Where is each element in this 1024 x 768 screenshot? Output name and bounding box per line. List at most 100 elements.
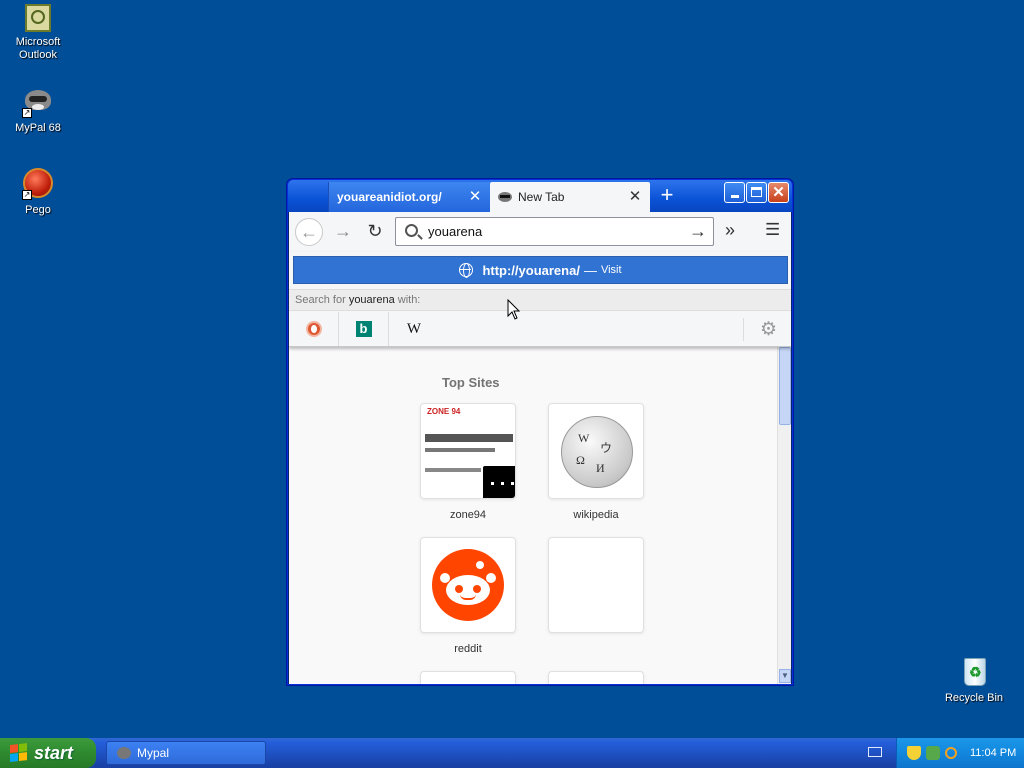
reload-button[interactable]: ↻ <box>361 218 389 246</box>
site-name: reddit <box>454 643 482 655</box>
new-tab-button[interactable]: + <box>656 184 678 207</box>
glyph: W <box>578 431 590 445</box>
tab-title: New Tab <box>518 190 565 204</box>
reload-icon: ↻ <box>367 221 383 241</box>
thumbnail-shape <box>425 468 485 472</box>
favicon-dot <box>501 482 504 485</box>
raccoon-icon <box>498 191 512 203</box>
forward-button[interactable]: → <box>329 218 357 246</box>
security-shield-icon[interactable] <box>907 746 921 760</box>
suggestion-action: Visit <box>600 264 622 276</box>
url-dropdown: http://youarena/ — Visit Search for youa… <box>289 252 791 347</box>
bing-icon: b <box>355 321 372 337</box>
double-chevron-icon: » <box>725 220 736 240</box>
thumbnail-shape <box>425 448 495 452</box>
gear-icon: ⚙ <box>759 319 777 340</box>
reddit-eye <box>473 585 481 593</box>
outlook-icon <box>25 4 51 32</box>
url-input[interactable] <box>428 222 678 241</box>
go-arrow-icon[interactable]: → <box>689 221 707 242</box>
start-button[interactable]: start <box>0 738 96 768</box>
site-thumbnail <box>548 671 644 684</box>
task-label: Mypal <box>137 746 170 760</box>
close-icon: ✕ <box>772 184 785 201</box>
network-icon[interactable] <box>926 746 940 760</box>
thumbnail-shape <box>425 434 513 442</box>
search-for-prefix: Search for <box>295 294 346 306</box>
glyph: ウ <box>600 441 613 455</box>
scroll-down-arrow-icon[interactable]: ▼ <box>779 669 791 683</box>
reddit-eye <box>455 585 463 593</box>
hamburger-icon: ☰ <box>765 220 781 239</box>
search-icon <box>405 224 418 237</box>
close-tab-icon[interactable]: ✕ <box>628 189 642 204</box>
top-site-wikipedia[interactable]: W ウ Ω И wikipedia <box>548 403 644 521</box>
top-site-empty[interactable] <box>548 537 644 633</box>
shortcut-arrow-icon: ↗ <box>22 190 32 200</box>
flag-pane <box>19 743 27 752</box>
system-tray: 11:04 PM <box>896 738 1024 768</box>
close-tab-icon[interactable]: ✕ <box>468 189 482 204</box>
site-thumbnail: W ウ Ω И <box>548 403 644 499</box>
desktop-icon-pego[interactable]: ↗ Pego <box>0 168 76 217</box>
site-name: wikipedia <box>573 509 619 521</box>
vertical-scrollbar[interactable]: ▼ <box>777 347 791 684</box>
glyph: Ω <box>576 453 585 467</box>
engine-duckduckgo-button[interactable] <box>289 312 339 346</box>
flag-pane <box>10 753 18 762</box>
search-tray-icon[interactable] <box>945 747 957 759</box>
wikipedia-globe-icon: W ウ Ω И <box>561 416 633 488</box>
maximize-button[interactable] <box>746 182 767 203</box>
visit-suggestion[interactable]: http://youarena/ — Visit <box>293 256 788 284</box>
nav-toolbar: ← → ↻ → » ☰ <box>289 212 791 252</box>
windows-flag-icon <box>10 743 28 763</box>
minimize-button[interactable] <box>724 182 745 203</box>
keyboard-icon[interactable] <box>868 747 882 757</box>
site-thumbnail <box>548 537 644 633</box>
maximize-icon <box>751 187 762 197</box>
browser-body: ← → ↻ → » ☰ http://youarena/ — Visit Sea… <box>289 212 791 684</box>
desktop-icon-mypal[interactable]: ↗ MyPal 68 <box>0 86 76 135</box>
browser-window: youareanidiot.org/ ✕ New Tab ✕ + ✕ ← → ↻… <box>287 179 793 685</box>
scrollbar-thumb[interactable] <box>779 347 791 425</box>
site-thumbnail <box>420 537 516 633</box>
search-engines: b W <box>289 312 791 346</box>
site-thumbnail: ZONE 94 <box>420 403 516 499</box>
glyph: И <box>596 461 605 475</box>
close-window-button[interactable]: ✕ <box>768 182 789 203</box>
desktop-icon-recycle-bin[interactable]: ♻ Recycle Bin <box>936 656 1012 705</box>
raccoon-icon: ↗ <box>22 86 54 118</box>
desktop-icon-outlook[interactable]: Microsoft Outlook <box>0 4 76 62</box>
top-site-reddit[interactable]: reddit <box>420 537 516 655</box>
engine-wikipedia-button[interactable]: W <box>389 312 439 346</box>
desktop-icon-label: Microsoft Outlook <box>15 36 61 61</box>
zone94-favicon <box>481 464 515 498</box>
suggestion-dash: — <box>583 262 597 278</box>
reddit-mouth <box>460 594 476 600</box>
top-sites-heading: Top Sites <box>442 375 500 390</box>
title-bar: youareanidiot.org/ ✕ New Tab ✕ + ✕ <box>288 180 792 212</box>
search-for-label: Search for youarena with: <box>289 289 791 311</box>
top-site-row3-a[interactable] <box>420 671 516 684</box>
top-site-row3-b[interactable] <box>548 671 644 684</box>
site-thumbnail <box>420 671 516 684</box>
arrow-left-icon: ← <box>300 222 318 242</box>
menu-button[interactable]: ☰ <box>765 220 780 240</box>
taskbar-item-mypal[interactable]: Mypal <box>106 741 266 765</box>
raccoon-icon <box>117 747 131 759</box>
search-settings-button[interactable]: ⚙ <box>742 318 777 341</box>
flag-pane <box>10 744 18 753</box>
tab-youareanidiot[interactable]: youareanidiot.org/ ✕ <box>328 182 490 212</box>
reddit-icon <box>432 549 504 621</box>
duckduckgo-icon <box>305 321 322 337</box>
overflow-button[interactable]: » <box>725 220 735 241</box>
engine-bing-button[interactable]: b <box>339 312 389 346</box>
url-bar[interactable]: → <box>395 217 714 246</box>
suggestion-url: http://youarena/ <box>482 262 580 278</box>
top-site-zone94[interactable]: ZONE 94 zone94 <box>420 403 516 521</box>
back-button[interactable]: ← <box>295 218 323 246</box>
tab-new-tab[interactable]: New Tab ✕ <box>490 182 650 212</box>
recycle-bin-icon: ♻ <box>958 656 990 688</box>
search-for-suffix: with: <box>397 294 421 306</box>
tab-title: youareanidiot.org/ <box>337 190 442 204</box>
